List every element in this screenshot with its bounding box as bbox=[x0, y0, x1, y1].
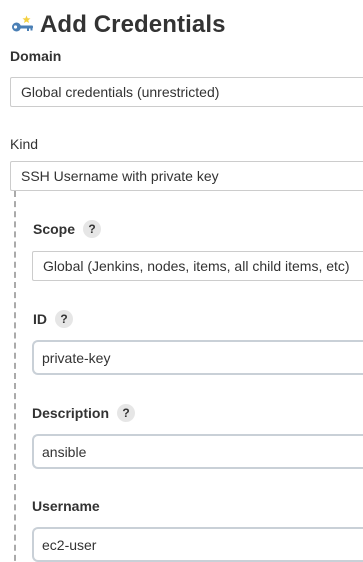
id-label: ID bbox=[33, 311, 47, 327]
scope-label-row: Scope? bbox=[33, 220, 102, 238]
username-label: Username bbox=[32, 498, 100, 514]
kind-select-value: SSH Username with private key bbox=[21, 168, 219, 184]
domain-select[interactable]: Global credentials (unrestricted) bbox=[10, 77, 363, 107]
description-input[interactable] bbox=[32, 434, 363, 469]
kind-label: Kind bbox=[10, 136, 39, 152]
domain-label: Domain bbox=[10, 48, 62, 64]
nested-section-border bbox=[14, 191, 16, 562]
page-title: Add Credentials bbox=[40, 11, 226, 38]
id-input[interactable] bbox=[32, 340, 363, 375]
scope-select[interactable]: Global (Jenkins, nodes, items, all child… bbox=[32, 251, 363, 281]
description-label-row: Description? bbox=[32, 404, 136, 422]
description-help-icon[interactable]: ? bbox=[117, 404, 136, 422]
username-input[interactable] bbox=[32, 527, 363, 562]
page-header: Add Credentials bbox=[10, 9, 226, 41]
scope-label: Scope bbox=[33, 221, 76, 237]
add-credentials-page: Add Credentials Domain Global credential… bbox=[0, 0, 363, 562]
scope-select-value: Global (Jenkins, nodes, items, all child… bbox=[43, 258, 350, 274]
kind-select[interactable]: SSH Username with private key bbox=[10, 161, 363, 191]
id-label-row: ID? bbox=[33, 310, 73, 328]
id-help-icon[interactable]: ? bbox=[55, 310, 73, 328]
description-label: Description bbox=[32, 405, 110, 421]
domain-select-value: Global credentials (unrestricted) bbox=[21, 84, 220, 100]
scope-help-icon[interactable]: ? bbox=[83, 220, 102, 238]
key-icon bbox=[12, 15, 33, 32]
